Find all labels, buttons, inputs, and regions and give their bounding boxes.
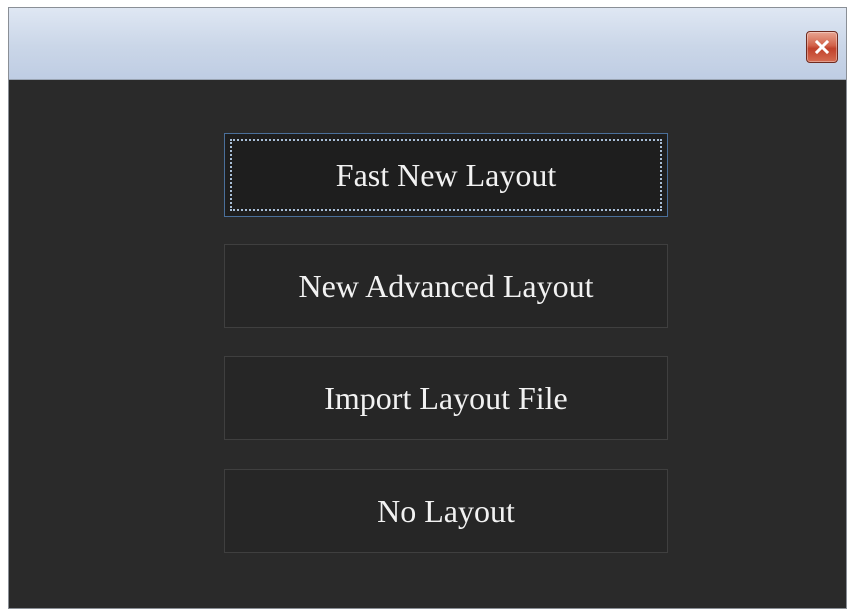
- no-layout-button[interactable]: No Layout: [224, 469, 668, 553]
- new-advanced-layout-button[interactable]: New Advanced Layout: [224, 244, 668, 328]
- import-layout-file-label: Import Layout File: [324, 379, 568, 416]
- close-button[interactable]: [806, 31, 838, 63]
- title-bar: [9, 8, 846, 80]
- fast-new-layout-label: Fast New Layout: [335, 156, 557, 193]
- close-icon: [815, 40, 829, 54]
- import-layout-file-button[interactable]: Import Layout File: [224, 356, 668, 440]
- fast-new-layout-button[interactable]: Fast New Layout: [224, 133, 668, 217]
- no-layout-label: No Layout: [377, 492, 515, 529]
- dialog-content: Fast New Layout New Advanced Layout Impo…: [9, 80, 846, 608]
- new-advanced-layout-label: New Advanced Layout: [298, 267, 594, 304]
- layout-dialog: Fast New Layout New Advanced Layout Impo…: [8, 7, 847, 609]
